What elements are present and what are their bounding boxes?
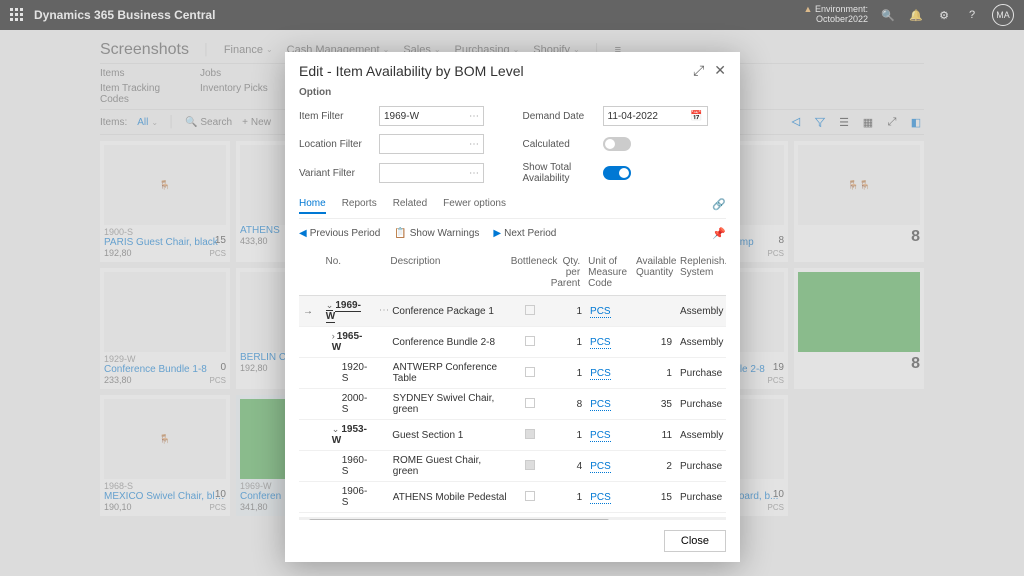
table-row[interactable]: →⌄1969-W⋮Conference Package 11PCSAssembl… — [299, 296, 726, 327]
item-filter-input[interactable]: 1969-W⋯ — [379, 106, 484, 126]
table-row[interactable]: 1920-SANTWERP Conference Table1PCS1Purch… — [299, 358, 726, 389]
bom-availability-modal: Edit - Item Availability by BOM Level ⤢ … — [285, 52, 740, 562]
bottleneck-checkbox — [525, 460, 535, 470]
col-qty[interactable]: Qty. per Parent — [547, 254, 584, 291]
col-replenish[interactable]: Replenish... System — [676, 254, 726, 291]
demand-date-input[interactable]: 11-04-2022📅 — [603, 106, 708, 126]
uom-link[interactable]: PCS — [590, 368, 611, 380]
bottleneck-checkbox — [525, 336, 535, 346]
uom-link[interactable]: PCS — [590, 430, 611, 442]
close-icon[interactable]: ✕ — [714, 62, 726, 79]
calculated-toggle[interactable] — [603, 137, 631, 151]
modal-tabs: Home Reports Related Fewer options 🔗 — [299, 198, 726, 219]
table-row[interactable]: ⌄1953-WGuest Section 11PCS11Assembly — [299, 420, 726, 451]
demand-date-label: Demand Date — [523, 111, 603, 122]
show-total-toggle[interactable] — [603, 166, 631, 180]
variant-filter-input[interactable]: ⋯ — [379, 163, 484, 183]
show-total-label: Show Total Availability — [523, 162, 603, 184]
location-filter-label: Location Filter — [299, 139, 379, 150]
tab-home[interactable]: Home — [299, 198, 326, 214]
bottleneck-checkbox — [525, 491, 535, 501]
col-bottleneck[interactable]: Bottleneck — [507, 254, 547, 291]
uom-link[interactable]: PCS — [590, 492, 611, 504]
location-filter-input[interactable]: ⋯ — [379, 134, 484, 154]
uom-link[interactable]: PCS — [590, 337, 611, 349]
col-uom[interactable]: Unit of Measure Code — [584, 254, 632, 291]
col-no[interactable]: No. — [321, 254, 372, 291]
bom-table: No. Description Bottleneck Qty. per Pare… — [299, 250, 726, 520]
next-period-button[interactable]: ▶Next Period — [493, 228, 556, 239]
horizontal-scrollbar[interactable] — [299, 517, 726, 520]
table-row[interactable]: ›1965-WConference Bundle 2-81PCS19Assemb… — [299, 327, 726, 358]
table-row[interactable]: 2000-SSYDNEY Swivel Chair, green8PCS35Pu… — [299, 389, 726, 420]
table-row[interactable]: 1960-SROME Guest Chair, green4PCS2Purcha… — [299, 451, 726, 482]
calculated-label: Calculated — [523, 139, 603, 150]
table-row[interactable]: 1906-SATHENS Mobile Pedestal1PCS15Purcha… — [299, 482, 726, 513]
uom-link[interactable]: PCS — [590, 461, 611, 473]
tab-reports[interactable]: Reports — [342, 198, 377, 214]
section-label: Option — [299, 87, 726, 98]
tab-fewer[interactable]: Fewer options — [443, 198, 506, 214]
expand-icon[interactable]: ⌄ — [326, 300, 334, 311]
col-available[interactable]: Available Quantity — [632, 254, 676, 291]
expand-icon[interactable]: ⌄ — [332, 424, 340, 434]
modal-title: Edit - Item Availability by BOM Level — [299, 63, 524, 79]
pin-icon[interactable]: 📌 — [712, 227, 726, 240]
bottleneck-checkbox — [525, 398, 535, 408]
show-warnings-button[interactable]: 📋Show Warnings — [394, 228, 479, 239]
col-desc[interactable]: Description — [386, 254, 506, 291]
uom-link[interactable]: PCS — [590, 399, 611, 411]
prev-period-button[interactable]: ◀Previous Period — [299, 228, 380, 239]
bottleneck-checkbox — [525, 305, 535, 315]
uom-link[interactable]: PCS — [590, 306, 611, 318]
share-icon[interactable]: 🔗 — [712, 198, 726, 214]
variant-filter-label: Variant Filter — [299, 168, 379, 179]
maximize-icon[interactable]: ⤢ — [693, 62, 704, 79]
row-menu-icon[interactable]: ⋮ — [378, 305, 388, 315]
item-filter-label: Item Filter — [299, 111, 379, 122]
close-button[interactable]: Close — [664, 530, 726, 552]
tab-related[interactable]: Related — [393, 198, 427, 214]
bottleneck-checkbox — [525, 429, 535, 439]
expand-icon[interactable]: › — [332, 331, 335, 341]
calendar-icon: 📅 — [690, 111, 702, 122]
bottleneck-checkbox — [525, 367, 535, 377]
